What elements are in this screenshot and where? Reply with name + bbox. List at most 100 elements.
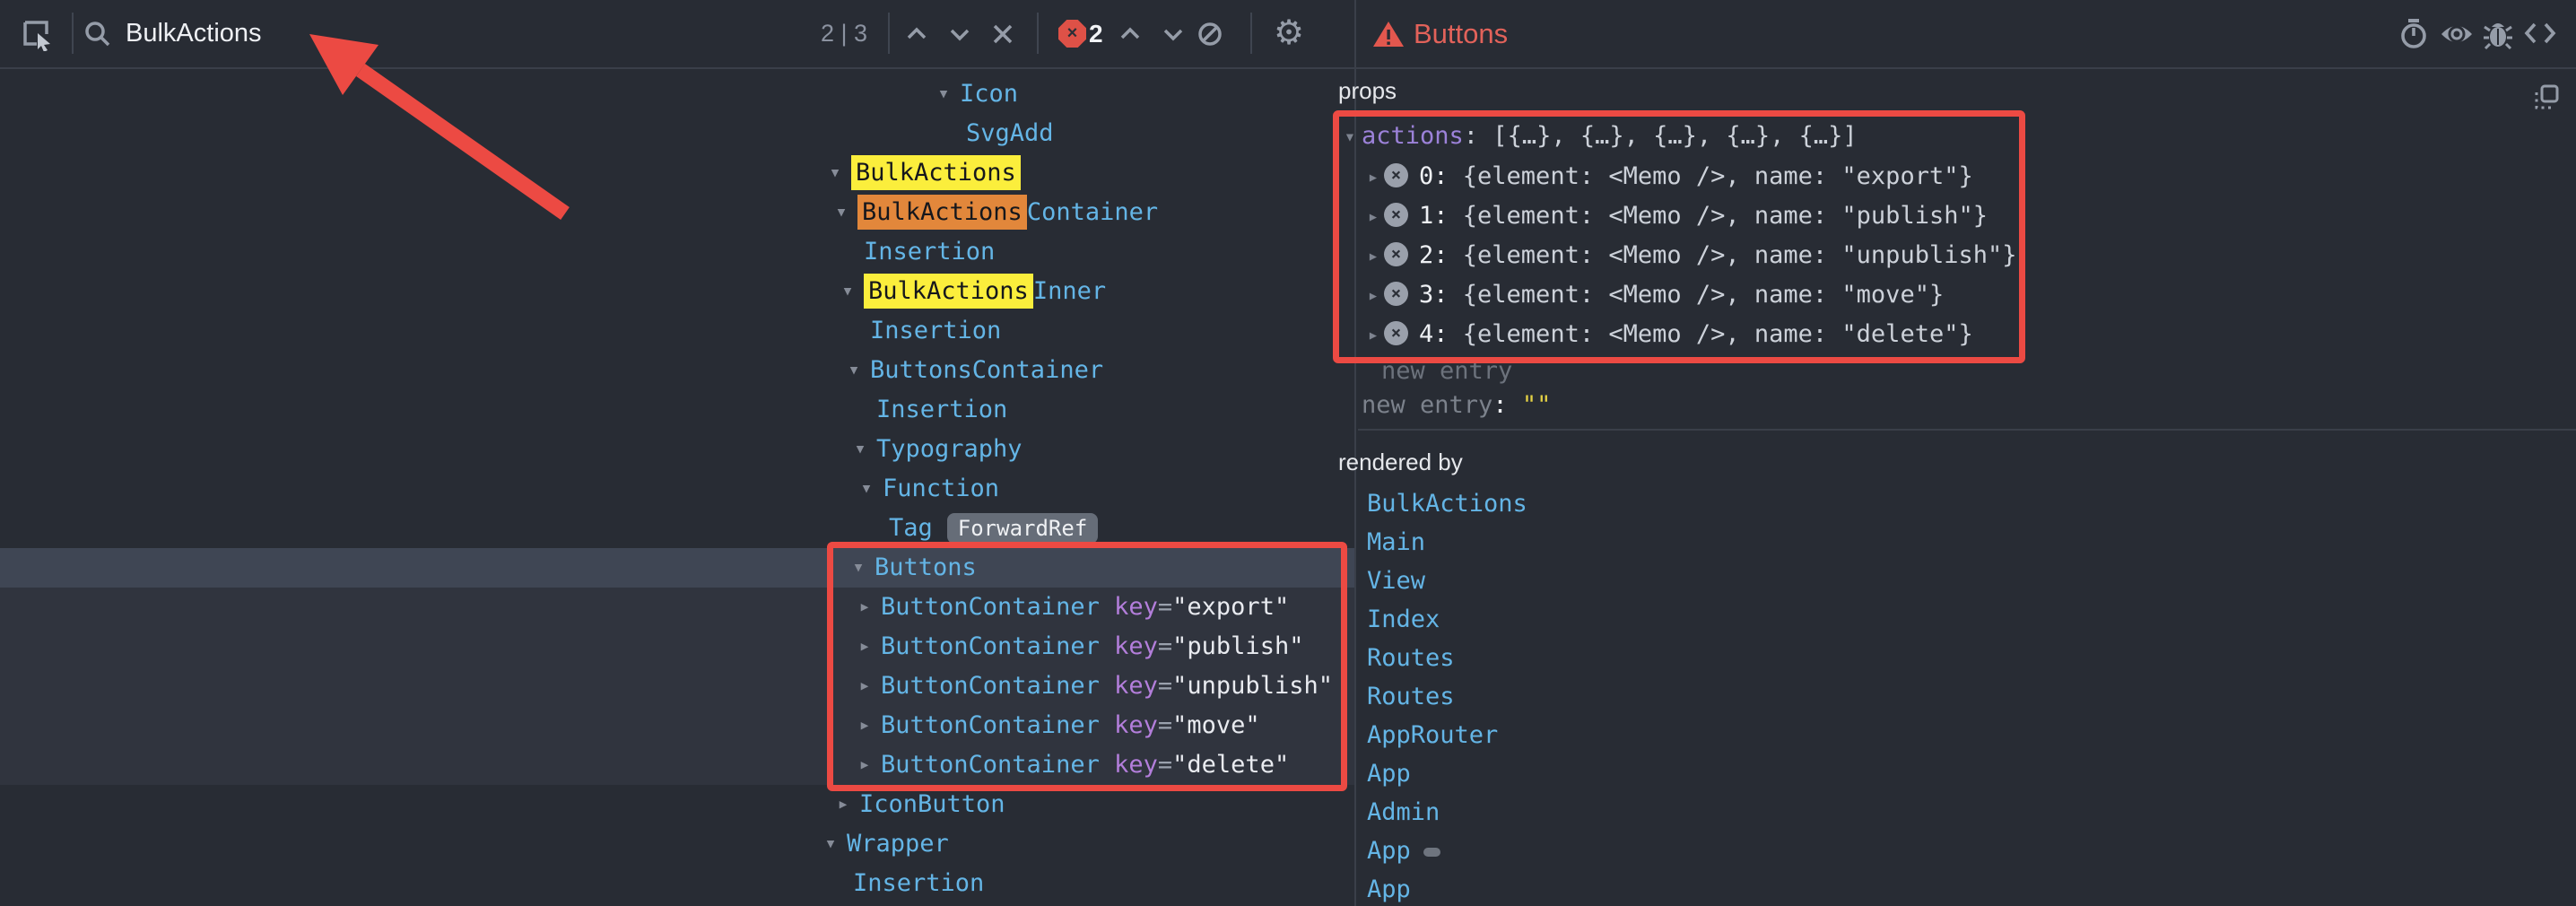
- tree-row[interactable]: ▸ButtonContainer key="export": [0, 588, 1354, 627]
- view-source-icon[interactable]: [2524, 21, 2556, 50]
- delete-entry-icon[interactable]: ×: [1384, 242, 1408, 266]
- collapse-arrow-icon[interactable]: ▾: [1338, 117, 1362, 156]
- tree-label-part: [1100, 632, 1114, 660]
- bug-icon[interactable]: [2483, 18, 2513, 55]
- tree-row[interactable]: ▾BulkActionsInner: [0, 272, 1354, 311]
- expand-arrow-icon[interactable]: ▸: [1362, 275, 1385, 315]
- tree-row-label: ButtonContainer key="move": [881, 706, 1260, 745]
- expand-arrow-icon[interactable]: ▸: [1362, 315, 1385, 354]
- search-icon: [83, 19, 113, 54]
- clear-errors-icon[interactable]: [1197, 21, 1223, 52]
- delete-entry-icon[interactable]: ×: [1384, 282, 1408, 306]
- tree-row[interactable]: ▾BulkActions: [0, 153, 1354, 193]
- memo-badge: [1423, 848, 1440, 857]
- tree-label-part: key: [1114, 632, 1158, 660]
- delete-entry-icon[interactable]: ×: [1384, 203, 1408, 227]
- tree-row[interactable]: ▾BulkActionsContainer: [0, 193, 1354, 232]
- next-error-button[interactable]: [1161, 24, 1186, 48]
- tree-row[interactable]: ▸ButtonContainer key="publish": [0, 627, 1354, 666]
- collapse-arrow-icon[interactable]: ▾: [854, 469, 879, 509]
- tree-label-part: [1100, 672, 1114, 700]
- tree-label-part: Insertion: [864, 238, 995, 266]
- tree-row[interactable]: ▸ButtonContainer key="delete": [0, 745, 1354, 785]
- prop-item-content: ×1: {element: <Memo />, name: "publish"}: [1384, 196, 1988, 236]
- tree-row[interactable]: ▾Buttons: [0, 548, 1354, 588]
- tree-row-label: ButtonContainer key="export": [881, 588, 1289, 627]
- rendered-by-item[interactable]: Routes: [1367, 677, 1455, 716]
- collapse-arrow-icon[interactable]: ▾: [829, 193, 854, 232]
- tree-row[interactable]: ▾Icon: [0, 74, 1354, 114]
- search-input[interactable]: BulkActions: [126, 0, 262, 67]
- rendered-by-item[interactable]: Index: [1367, 600, 1440, 639]
- new-entry-value[interactable]: "": [1522, 391, 1552, 419]
- expand-arrow-icon[interactable]: ▸: [852, 588, 877, 627]
- rendered-by-item[interactable]: Admin: [1367, 793, 1440, 832]
- tree-label-part: Insertion: [853, 869, 984, 897]
- tree-row[interactable]: Insertion: [0, 864, 1354, 903]
- previous-result-button[interactable]: [904, 24, 929, 48]
- tree-row[interactable]: ▸ButtonContainer key="unpublish": [0, 666, 1354, 706]
- toolbar-bottom-border: [0, 67, 2576, 69]
- collapse-arrow-icon[interactable]: ▾: [846, 548, 871, 588]
- copy-props-icon[interactable]: [2533, 84, 2560, 116]
- array-value: {element: <Memo />, name: "delete"}: [1463, 320, 1973, 348]
- error-count: 2: [1089, 0, 1103, 67]
- tree-row[interactable]: ▾ButtonsContainer: [0, 351, 1354, 390]
- array-index: 2:: [1419, 241, 1463, 269]
- tree-label-part: [1100, 711, 1114, 739]
- tree-row-label: ButtonContainer key="unpublish": [881, 666, 1333, 706]
- prop-item-content: ×0: {element: <Memo />, name: "export"}: [1384, 157, 1973, 196]
- gear-icon[interactable]: ⚙: [1274, 0, 1304, 67]
- tree-label-part: Inner: [1033, 277, 1106, 305]
- rendered-by-item[interactable]: View: [1367, 562, 1425, 600]
- collapse-arrow-icon[interactable]: ▾: [841, 351, 866, 390]
- expand-arrow-icon[interactable]: ▸: [831, 785, 856, 824]
- eye-icon[interactable]: [2440, 22, 2474, 51]
- expand-arrow-icon[interactable]: ▸: [852, 666, 877, 706]
- inspect-element-icon[interactable]: [20, 17, 54, 56]
- previous-error-button[interactable]: [1118, 24, 1143, 48]
- tree-label-part: Function: [883, 475, 999, 502]
- rendered-by-item[interactable]: BulkActions: [1367, 484, 1527, 523]
- rendered-by-item[interactable]: App: [1367, 754, 1411, 793]
- collapse-arrow-icon[interactable]: ▾: [835, 272, 860, 311]
- array-index: 4:: [1419, 320, 1463, 348]
- tree-row[interactable]: ▸IconButton: [0, 785, 1354, 824]
- rendered-by-item[interactable]: AppRouter: [1367, 716, 1498, 754]
- rendered-by-item[interactable]: Main: [1367, 523, 1425, 562]
- tree-row[interactable]: ▾Function: [0, 469, 1354, 509]
- collapse-arrow-icon[interactable]: ▾: [822, 153, 848, 193]
- tree-label-part: key: [1114, 711, 1158, 739]
- tree-row[interactable]: Insertion: [0, 311, 1354, 351]
- tree-label-part: Wrapper: [847, 830, 949, 858]
- expand-arrow-icon[interactable]: ▸: [1362, 236, 1385, 275]
- collapse-arrow-icon[interactable]: ▾: [818, 824, 843, 864]
- delete-entry-icon[interactable]: ×: [1384, 321, 1408, 345]
- tree-row[interactable]: Insertion: [0, 390, 1354, 430]
- collapse-arrow-icon[interactable]: ▾: [848, 430, 873, 469]
- expand-arrow-icon[interactable]: ▸: [1362, 196, 1385, 236]
- expand-arrow-icon[interactable]: ▸: [852, 706, 877, 745]
- tree-row-label: Insertion: [864, 232, 995, 272]
- expand-arrow-icon[interactable]: ▸: [852, 745, 877, 785]
- expand-arrow-icon[interactable]: ▸: [1362, 157, 1385, 196]
- collapse-arrow-icon[interactable]: ▾: [931, 74, 956, 114]
- tree-label-part: IconButton: [859, 790, 1005, 818]
- tree-row[interactable]: ▸ButtonContainer key="move": [0, 706, 1354, 745]
- tree-row[interactable]: TagForwardRef: [0, 509, 1354, 548]
- tree-row[interactable]: ▾Typography: [0, 430, 1354, 469]
- stopwatch-icon[interactable]: [2398, 18, 2429, 55]
- tree-row[interactable]: Insertion: [0, 232, 1354, 272]
- delete-entry-icon[interactable]: ×: [1384, 163, 1408, 187]
- rendered-by-item[interactable]: App: [1367, 832, 1440, 870]
- tree-row-label: Typography: [876, 430, 1023, 469]
- expand-arrow-icon[interactable]: ▸: [852, 627, 877, 666]
- tree-row[interactable]: ▾Wrapper: [0, 824, 1354, 864]
- clear-search-button[interactable]: [990, 22, 1015, 51]
- array-index: 3:: [1419, 281, 1463, 309]
- tree-label-part: BulkActions: [857, 195, 1027, 230]
- rendered-by-item[interactable]: App: [1367, 870, 1411, 906]
- next-result-button[interactable]: [947, 24, 972, 48]
- tree-row[interactable]: SvgAdd: [0, 114, 1354, 153]
- rendered-by-item[interactable]: Routes: [1367, 639, 1455, 677]
